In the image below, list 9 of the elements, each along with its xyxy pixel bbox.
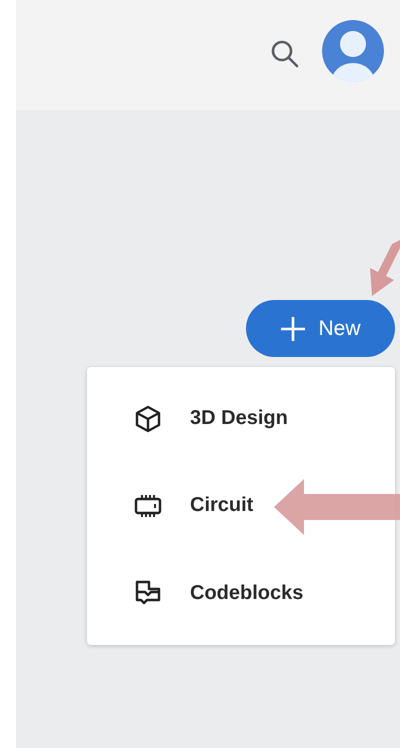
new-button[interactable]: New bbox=[246, 300, 395, 357]
menu-item[interactable]: Circuit bbox=[133, 476, 254, 536]
menu-item[interactable]: 3D Design bbox=[133, 388, 288, 449]
search-icon[interactable] bbox=[270, 39, 300, 69]
cube-icon bbox=[133, 404, 163, 434]
menu-item[interactable]: Codeblocks bbox=[133, 563, 304, 624]
plus-icon bbox=[280, 316, 306, 342]
annotation-arrow bbox=[370, 240, 400, 296]
avatar-icon[interactable] bbox=[322, 20, 384, 82]
